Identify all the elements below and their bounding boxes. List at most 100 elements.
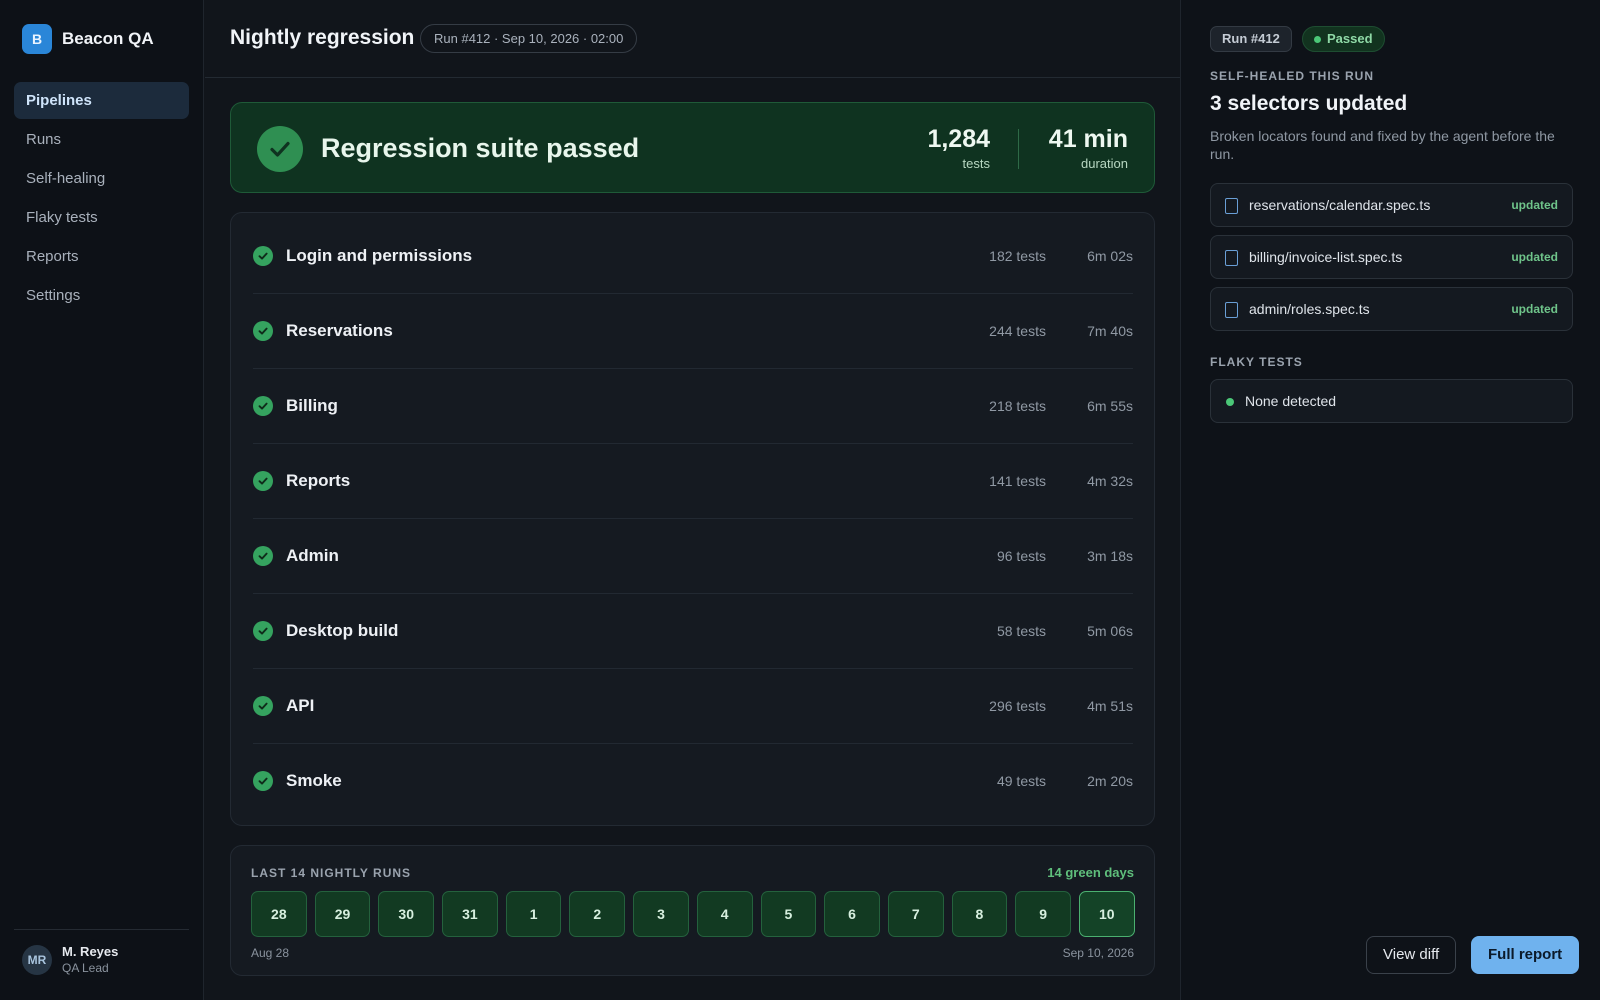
day-cell[interactable]: 28	[251, 891, 307, 937]
file-icon	[1225, 198, 1238, 214]
stat-tests-value: 1,284	[927, 125, 990, 153]
sidebar-item-flaky-tests[interactable]: Flaky tests	[14, 199, 189, 236]
healed-file-row[interactable]: reservations/calendar.spec.ts updated	[1210, 183, 1573, 227]
stat-duration: 41 min duration	[1049, 125, 1128, 171]
suite-name: Reports	[286, 471, 351, 490]
suite-row[interactable]: Smoke 49 tests 2m 20s	[253, 744, 1133, 819]
check-icon	[253, 771, 273, 791]
avatar: MR	[22, 944, 52, 975]
green-days-count: 14 green days	[1047, 865, 1134, 880]
nightly-history: LAST 14 NIGHTLY RUNS 14 green days 28 29…	[230, 845, 1155, 976]
history-end-date: Sep 10, 2026	[1062, 946, 1134, 960]
stat-duration-label: duration	[1081, 156, 1128, 171]
status-dot-icon	[1314, 36, 1321, 43]
day-cell[interactable]: 4	[696, 891, 753, 937]
file-status: updated	[1511, 198, 1558, 212]
main-header: Nightly regression Run #412 · Sep 10, 20…	[205, 0, 1180, 78]
stat-divider	[1018, 129, 1019, 169]
file-name: billing/invoice-list.spec.ts	[1249, 249, 1403, 265]
suite-name: Smoke	[286, 771, 342, 790]
sidebar-item-settings[interactable]: Settings	[14, 277, 189, 314]
stat-tests: 1,284 tests	[927, 125, 990, 171]
day-cell[interactable]: 30	[378, 891, 435, 937]
self-heal-description: Broken locators found and fixed by the a…	[1210, 128, 1555, 162]
user-profile[interactable]: MR M. Reyes QA Lead	[14, 929, 189, 989]
check-icon	[253, 321, 273, 341]
suite-name: Reservations	[286, 321, 393, 340]
suite-test-count: 96 tests	[996, 548, 1046, 564]
day-cell-current[interactable]: 10	[1078, 891, 1135, 937]
check-icon	[253, 546, 273, 566]
details-panel: Run #412 Passed SELF-HEALED THIS RUN 3 s…	[1180, 0, 1600, 1000]
suite-row[interactable]: Admin 96 tests 3m 18s	[253, 519, 1133, 594]
check-icon	[253, 621, 273, 641]
file-status: updated	[1511, 302, 1558, 316]
suite-duration: 6m 02s	[1087, 248, 1133, 264]
day-cell[interactable]: 29	[314, 891, 371, 937]
check-icon	[253, 246, 273, 266]
sidebar-item-self-healing[interactable]: Self-healing	[14, 160, 189, 197]
check-circle-icon	[257, 126, 303, 172]
main-content: Nightly regression Run #412 · Sep 10, 20…	[205, 0, 1180, 1000]
day-cell[interactable]: 1	[505, 891, 562, 937]
full-report-button[interactable]: Full report	[1471, 936, 1580, 974]
suite-list: Login and permissions 182 tests 6m 02s R…	[230, 212, 1155, 826]
day-cell[interactable]: 31	[442, 891, 498, 937]
suite-test-count: 58 tests	[996, 623, 1046, 639]
suite-test-count: 49 tests	[996, 773, 1046, 789]
suite-duration: 3m 18s	[1087, 548, 1133, 564]
sidebar-item-pipelines[interactable]: Pipelines	[14, 82, 189, 119]
brand[interactable]: B Beacon QA	[22, 24, 154, 54]
check-icon	[253, 396, 273, 416]
sidebar-nav: Pipelines Runs Self-healing Flaky tests …	[14, 82, 189, 316]
self-heal-label: SELF-HEALED THIS RUN	[1210, 69, 1374, 83]
history-title: LAST 14 NIGHTLY RUNS	[251, 866, 412, 880]
suite-name: Billing	[286, 396, 338, 415]
day-cell[interactable]: 9	[1015, 891, 1071, 937]
suite-test-count: 244 tests	[989, 323, 1046, 339]
suite-name: Login and permissions	[286, 246, 473, 265]
sidebar: B Beacon QA Pipelines Runs Self-healing …	[0, 0, 204, 1000]
file-name: admin/roles.spec.ts	[1249, 301, 1370, 317]
suite-test-count: 141 tests	[989, 473, 1046, 489]
status-badge-label: Passed	[1327, 31, 1373, 46]
suite-duration: 7m 40s	[1087, 323, 1133, 339]
day-cell[interactable]: 8	[951, 891, 1008, 937]
status-dot-icon	[1226, 398, 1234, 406]
flaky-tests-value: None detected	[1245, 393, 1337, 409]
suite-row[interactable]: Login and permissions 182 tests 6m 02s	[253, 219, 1133, 294]
day-cell[interactable]: 6	[824, 891, 880, 937]
healed-file-row[interactable]: billing/invoice-list.spec.ts updated	[1210, 235, 1573, 279]
sidebar-item-runs[interactable]: Runs	[14, 121, 189, 158]
user-role: QA Lead	[62, 961, 109, 975]
stat-tests-label: tests	[962, 156, 990, 171]
suite-row[interactable]: Billing 218 tests 6m 55s	[253, 369, 1133, 444]
view-diff-button[interactable]: View diff	[1366, 936, 1457, 974]
healed-file-row[interactable]: admin/roles.spec.ts updated	[1210, 287, 1573, 331]
sidebar-item-reports[interactable]: Reports	[14, 238, 189, 275]
file-icon	[1225, 250, 1238, 266]
suite-name: Desktop build	[286, 621, 399, 640]
day-cell[interactable]: 5	[760, 891, 817, 937]
flaky-tests-status: None detected	[1210, 379, 1573, 423]
day-cell[interactable]: 7	[887, 891, 944, 937]
suite-row[interactable]: Reservations 244 tests 7m 40s	[253, 294, 1133, 369]
run-chip: Run #412 · Sep 10, 2026 · 02:00	[420, 24, 638, 53]
page-title: Nightly regression	[230, 26, 415, 49]
user-info: M. Reyes QA Lead	[62, 944, 118, 975]
run-badge: Run #412	[1210, 26, 1292, 52]
suite-row[interactable]: API 296 tests 4m 51s	[253, 669, 1133, 744]
brand-name: Beacon QA	[62, 29, 154, 48]
day-cell[interactable]: 3	[633, 891, 689, 937]
day-grid: 28 29 30 31 1 2 3 4 5 6 7 8 9 10	[251, 891, 1135, 937]
status-badge: Passed	[1302, 26, 1385, 52]
suite-name: API	[286, 696, 315, 715]
user-name: M. Reyes	[62, 944, 119, 959]
file-icon	[1225, 302, 1238, 318]
day-cell[interactable]: 2	[569, 891, 626, 937]
suite-duration: 2m 20s	[1087, 773, 1133, 789]
suite-row[interactable]: Desktop build 58 tests 5m 06s	[253, 594, 1133, 669]
suite-test-count: 182 tests	[989, 248, 1046, 264]
stat-duration-value: 41 min	[1048, 125, 1128, 153]
suite-row[interactable]: Reports 141 tests 4m 32s	[253, 444, 1133, 519]
